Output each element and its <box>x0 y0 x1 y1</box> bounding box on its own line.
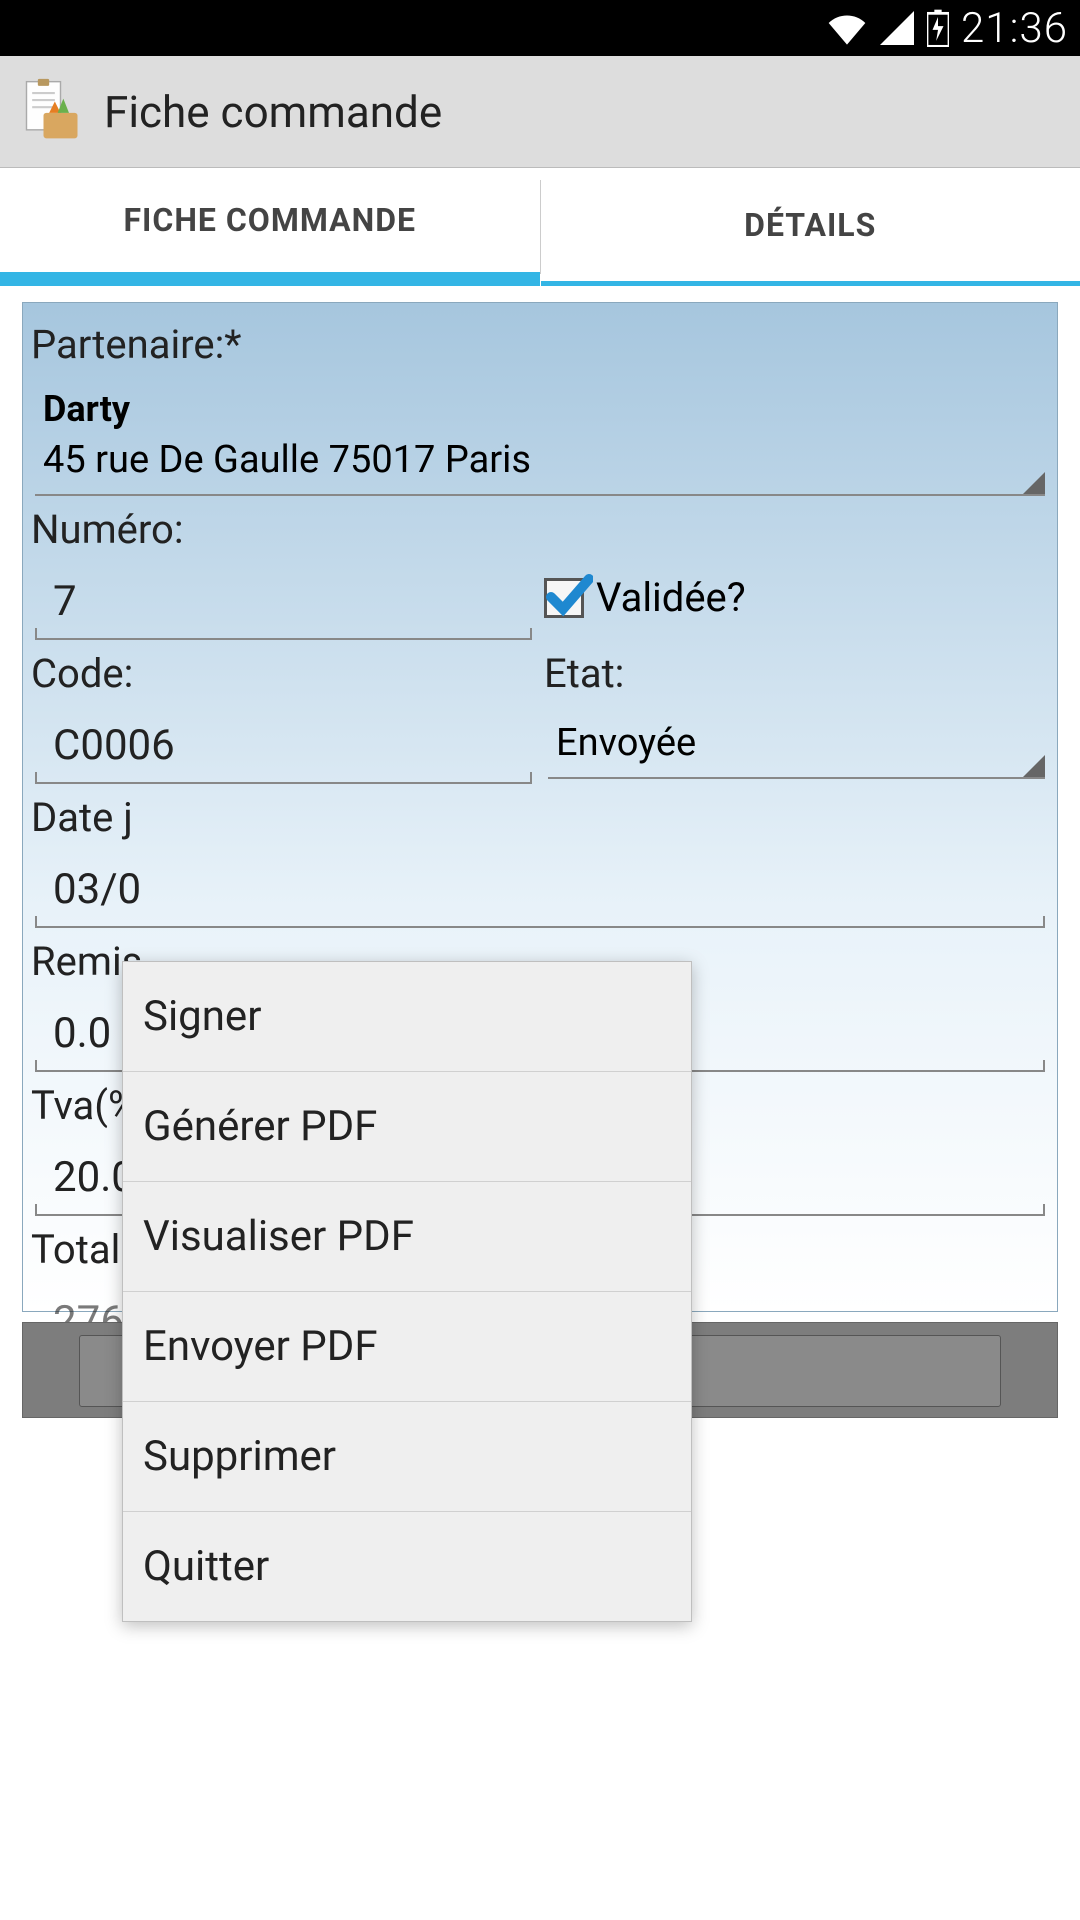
etat-spinner[interactable]: Envoyée <box>548 709 1045 779</box>
battery-charging-icon <box>927 9 949 47</box>
context-menu: Signer Générer PDF Visualiser PDF Envoye… <box>122 961 692 1622</box>
signal-icon <box>879 11 915 45</box>
numero-value: 7 <box>35 565 532 640</box>
wifi-icon <box>827 11 867 45</box>
tab-fiche-commande[interactable]: FICHE COMMANDE <box>0 168 540 286</box>
menu-item-visualiser-pdf[interactable]: Visualiser PDF <box>123 1182 691 1292</box>
menu-item-quitter[interactable]: Quitter <box>123 1512 691 1621</box>
status-bar: 21:36 <box>0 0 1080 56</box>
tabs: FICHE COMMANDE DÉTAILS <box>0 168 1080 286</box>
checkbox-icon <box>544 578 584 618</box>
tab-label: FICHE COMMANDE <box>123 201 416 239</box>
date-input[interactable]: 03/0 <box>35 853 1045 928</box>
date-value: 03/0 <box>35 853 1045 928</box>
page-title: Fiche commande <box>104 86 442 138</box>
chevron-down-icon <box>1023 472 1045 494</box>
menu-item-generer-pdf[interactable]: Générer PDF <box>123 1072 691 1182</box>
chevron-down-icon <box>1023 755 1045 777</box>
partner-name: Darty <box>35 374 1045 438</box>
partner-label: Partenaire:* <box>31 311 1049 374</box>
partner-spinner[interactable]: Darty 45 rue De Gaulle 75017 Paris <box>35 374 1045 496</box>
code-label: Code: <box>31 640 536 703</box>
content: FICHE COMMANDE DÉTAILS Partenaire:* Dart… <box>0 168 1080 1920</box>
partner-address: 45 rue De Gaulle 75017 Paris <box>35 438 1045 494</box>
numero-label: Numéro: <box>31 496 536 559</box>
code-input[interactable]: C0006 <box>35 709 532 784</box>
status-time: 21:36 <box>961 4 1068 53</box>
bottom-button-right[interactable] <box>681 1335 1001 1407</box>
menu-item-envoyer-pdf[interactable]: Envoyer PDF <box>123 1292 691 1402</box>
etat-value: Envoyée <box>556 721 696 765</box>
numero-input[interactable]: 7 <box>35 565 532 640</box>
action-bar: Fiche commande <box>0 56 1080 168</box>
code-value: C0006 <box>35 709 532 784</box>
validee-label: Validée? <box>596 574 746 621</box>
tab-label: DÉTAILS <box>744 206 876 244</box>
validee-checkbox-row[interactable]: Validée? <box>544 554 1049 621</box>
tab-details[interactable]: DÉTAILS <box>541 168 1080 286</box>
etat-label: Etat: <box>544 640 1049 703</box>
menu-item-supprimer[interactable]: Supprimer <box>123 1402 691 1512</box>
menu-item-signer[interactable]: Signer <box>123 962 691 1072</box>
app-icon <box>18 76 86 148</box>
date-label: Date j <box>31 784 1049 847</box>
